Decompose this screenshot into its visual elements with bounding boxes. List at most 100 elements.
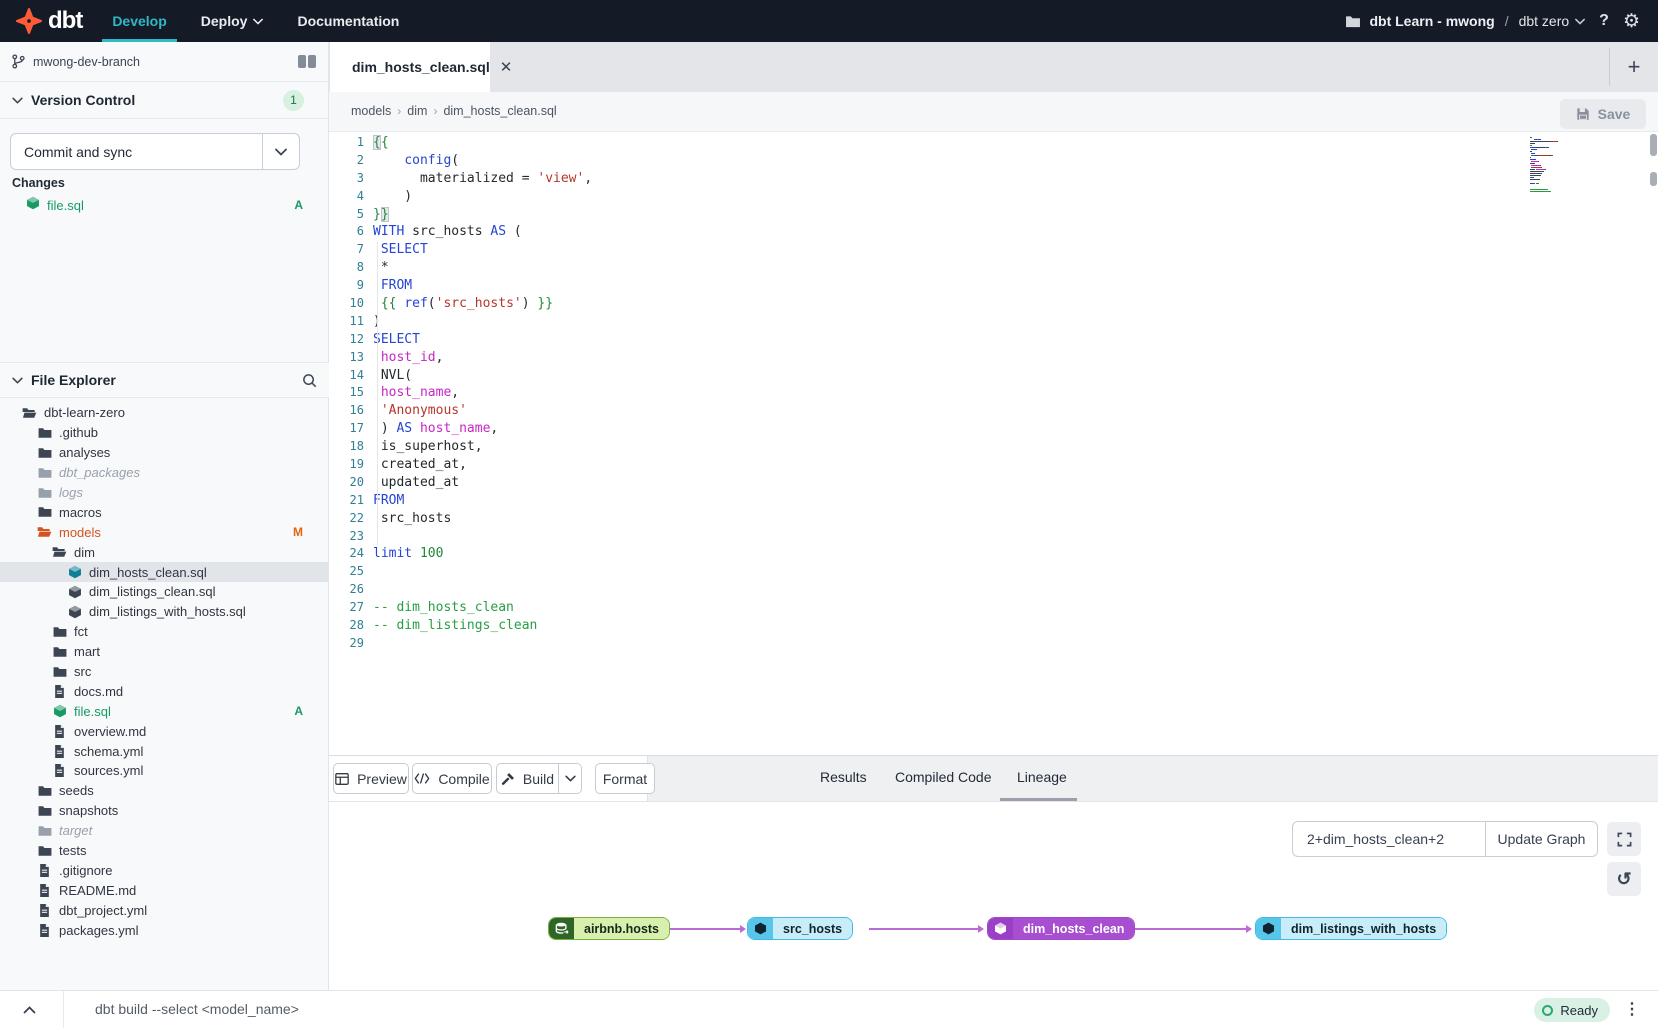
lineage-node-dim_listings_with_hosts[interactable]: dim_listings_with_hosts	[1255, 917, 1447, 940]
code-line-24[interactable]: 24limit 100	[329, 545, 1658, 563]
lineage-selector-input[interactable]	[1293, 822, 1485, 856]
dbt-logo[interactable]: dbt	[16, 8, 82, 34]
code-line-26[interactable]: 26	[329, 581, 1658, 599]
format-button[interactable]: Format	[595, 763, 655, 794]
nav-develop[interactable]: Develop	[112, 0, 166, 42]
breadcrumb-dim[interactable]: dim	[407, 104, 427, 118]
tree-item-packages.yml[interactable]: packages.yml	[0, 920, 329, 940]
environment-selector[interactable]: dbt zero	[1519, 13, 1586, 29]
code-line-20[interactable]: 20 updated_at	[329, 474, 1658, 492]
update-graph-button[interactable]: Update Graph	[1485, 822, 1597, 856]
help-icon[interactable]: ?	[1599, 13, 1609, 29]
code-line-4[interactable]: 4 )	[329, 188, 1658, 206]
tree-item-dbt-learn-zero[interactable]: dbt-learn-zero	[0, 403, 329, 423]
code-line-7[interactable]: 7 SELECT	[329, 241, 1658, 259]
code-line-14[interactable]: 14 NVL(	[329, 367, 1658, 385]
code-line-11[interactable]: 11)	[329, 313, 1658, 331]
preview-button[interactable]: Preview	[333, 763, 409, 794]
version-control-header[interactable]: Version Control 1	[0, 82, 328, 119]
tree-item-logs[interactable]: logs	[0, 483, 329, 503]
code-line-19[interactable]: 19 created_at,	[329, 456, 1658, 474]
command-input[interactable]: dbt build --select <model_name>	[95, 1001, 299, 1017]
tree-item-analyses[interactable]: analyses	[0, 443, 329, 463]
code-line-28[interactable]: 28-- dim_listings_clean	[329, 617, 1658, 635]
tree-item-dim_hosts_clean.sql[interactable]: dim_hosts_clean.sql	[0, 562, 329, 582]
tree-item-dim[interactable]: dim	[0, 542, 329, 562]
code-line-1[interactable]: 1{{	[329, 134, 1658, 152]
nav-deploy[interactable]: Deploy	[201, 0, 264, 42]
tree-item-tests[interactable]: tests	[0, 841, 329, 861]
commit-and-sync-button[interactable]: Commit and sync	[10, 133, 300, 170]
tree-item-.github[interactable]: .github	[0, 423, 329, 443]
tree-item-macros[interactable]: macros	[0, 502, 329, 522]
tab-compiled-code[interactable]: Compiled Code	[895, 769, 992, 785]
tab-lineage[interactable]: Lineage	[1017, 769, 1067, 785]
changed-file-row[interactable]: file.sql A	[0, 194, 329, 216]
code-line-23[interactable]: 23	[329, 528, 1658, 546]
tree-item-src[interactable]: src	[0, 662, 329, 682]
code-line-21[interactable]: 21FROM	[329, 492, 1658, 510]
tree-item-schema.yml[interactable]: schema.yml	[0, 741, 329, 761]
breadcrumb-models[interactable]: models	[351, 104, 391, 118]
code-line-5[interactable]: 5}}	[329, 206, 1658, 224]
nav-documentation[interactable]: Documentation	[297, 0, 399, 42]
breadcrumb-file[interactable]: dim_hosts_clean.sql	[443, 104, 556, 118]
code-line-3[interactable]: 3 materialized = 'view',	[329, 170, 1658, 188]
commit-options-caret[interactable]	[262, 134, 299, 169]
tree-item-file.sql[interactable]: file.sqlA	[0, 701, 329, 721]
code-line-29[interactable]: 29	[329, 635, 1658, 653]
tree-item-dim_listings_with_hosts.sql[interactable]: dim_listings_with_hosts.sql	[0, 602, 329, 622]
tree-item-target[interactable]: target	[0, 821, 329, 841]
build-options-caret[interactable]	[559, 763, 582, 794]
code-line-25[interactable]: 25	[329, 563, 1658, 581]
save-button[interactable]: Save	[1560, 99, 1646, 129]
lineage-node-src_hosts[interactable]: src_hosts	[747, 917, 853, 940]
code-line-6[interactable]: 6WITH src_hosts AS (	[329, 223, 1658, 241]
tree-item-seeds[interactable]: seeds	[0, 781, 329, 801]
code-line-13[interactable]: 13 host_id,	[329, 349, 1658, 367]
minimap[interactable]	[1530, 137, 1570, 195]
code-line-9[interactable]: 9 FROM	[329, 277, 1658, 295]
tree-item-sources.yml[interactable]: sources.yml	[0, 761, 329, 781]
new-tab-button[interactable]: +	[1622, 55, 1646, 79]
code-line-22[interactable]: 22 src_hosts	[329, 510, 1658, 528]
build-button[interactable]: Build	[496, 763, 559, 794]
tree-item-docs.md[interactable]: docs.md	[0, 681, 329, 701]
code-line-2[interactable]: 2 config(	[329, 152, 1658, 170]
expand-command-panel-button[interactable]	[18, 1000, 40, 1020]
tree-item-mart[interactable]: mart	[0, 642, 329, 662]
lineage-node-airbnb.hosts[interactable]: airbnb.hosts	[548, 917, 670, 940]
code-line-27[interactable]: 27-- dim_hosts_clean	[329, 599, 1658, 617]
tree-item-dbt_packages[interactable]: dbt_packages	[0, 463, 329, 483]
tab-results[interactable]: Results	[820, 769, 867, 785]
tree-item-snapshots[interactable]: snapshots	[0, 801, 329, 821]
code-line-16[interactable]: 16 'Anonymous'	[329, 402, 1658, 420]
code-line-15[interactable]: 15 host_name,	[329, 384, 1658, 402]
code-line-12[interactable]: 12SELECT	[329, 331, 1658, 349]
tree-item-.gitignore[interactable]: .gitignore	[0, 860, 329, 880]
code-line-10[interactable]: 10 {{ ref('src_hosts') }}	[329, 295, 1658, 313]
file-explorer-header[interactable]: File Explorer	[0, 362, 329, 398]
gear-icon[interactable]: ⚙	[1623, 12, 1640, 31]
tree-item-dim_listings_clean.sql[interactable]: dim_listings_clean.sql	[0, 582, 329, 602]
close-tab-icon[interactable]: ✕	[490, 58, 513, 76]
fullscreen-button[interactable]	[1607, 822, 1641, 856]
reset-view-button[interactable]: ↺	[1607, 862, 1641, 896]
tree-item-overview.md[interactable]: overview.md	[0, 721, 329, 741]
search-icon[interactable]	[302, 373, 317, 388]
compile-button[interactable]: Compile	[412, 763, 492, 794]
project-switcher[interactable]: dbt Learn - mwong / dbt zero	[1345, 13, 1585, 29]
code-editor[interactable]: 1{{2 config(3 materialized = 'view',4 )5…	[329, 132, 1658, 756]
tree-item-models[interactable]: modelsM	[0, 522, 329, 542]
code-line-18[interactable]: 18 is_superhost,	[329, 438, 1658, 456]
tree-item-README.md[interactable]: README.md	[0, 880, 329, 900]
code-line-17[interactable]: 17 ) AS host_name,	[329, 420, 1658, 438]
tree-item-dbt_project.yml[interactable]: dbt_project.yml	[0, 900, 329, 920]
docs-panel-icon[interactable]	[298, 55, 316, 68]
editor-scrollbar[interactable]	[1649, 132, 1658, 756]
lineage-node-dim_hosts_clean[interactable]: dim_hosts_clean	[987, 917, 1135, 940]
tree-item-fct[interactable]: fct	[0, 622, 329, 642]
kebab-menu-icon[interactable]: ⋮	[1624, 999, 1640, 1021]
editor-tab-active[interactable]: dim_hosts_clean.sql ✕	[330, 42, 490, 92]
code-line-8[interactable]: 8 *	[329, 259, 1658, 277]
